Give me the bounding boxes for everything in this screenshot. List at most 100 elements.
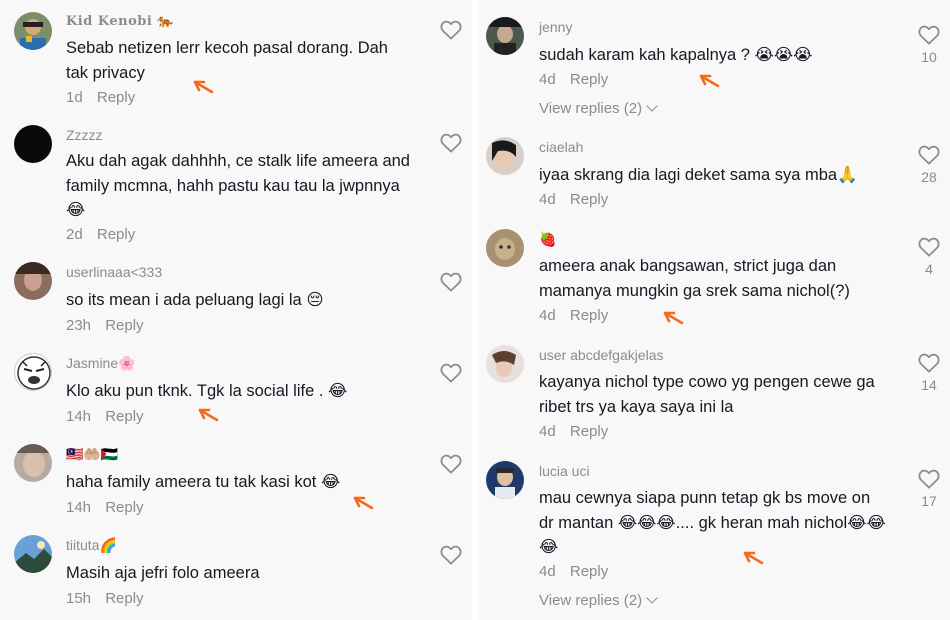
comment-time: 4d: [539, 71, 556, 88]
reply-button[interactable]: Reply: [97, 89, 135, 106]
comment-time: 23h: [66, 317, 92, 334]
reply-button[interactable]: Reply: [97, 226, 135, 243]
comment-item: 🍓 ameera anak bangsawan, strict juga dan…: [478, 229, 950, 329]
avatar[interactable]: [486, 229, 524, 267]
like-button[interactable]: [436, 363, 466, 383]
avatar[interactable]: [14, 125, 52, 163]
avatar[interactable]: [14, 444, 52, 482]
comment-text: kayanya nichol type cowo yg pengen cewe …: [539, 373, 875, 416]
comment-text: ameera anak bangsawan, strict juga dan m…: [539, 257, 850, 300]
comment-meta: 14h Reply: [66, 499, 144, 516]
like-button[interactable]: [436, 454, 466, 474]
comment-meta: 4d Reply: [539, 563, 608, 580]
orange-arrow-icon: [193, 80, 214, 94]
comment-item: Kid Kenobi 🐅 Sebab netizen lerr kecoh pa…: [0, 12, 472, 112]
comment-item: Jasmine🌸 Klo aku pun tknk. Tgk la social…: [0, 353, 472, 433]
comment-meta: 4d Reply: [539, 423, 608, 440]
view-replies-button[interactable]: View replies (2): [539, 592, 658, 609]
heart-outline-icon: [440, 20, 462, 40]
comment-text: Aku dah agak dahhhh, ce stalk life ameer…: [66, 152, 410, 219]
reply-button[interactable]: Reply: [570, 563, 608, 580]
like-button[interactable]: 17: [914, 469, 944, 509]
avatar[interactable]: [14, 535, 52, 573]
reply-button[interactable]: Reply: [105, 590, 143, 607]
comment-text: so its mean i ada peluang lagi la 😔: [66, 291, 324, 309]
heart-outline-icon: [918, 353, 940, 373]
comment-username[interactable]: 🍓: [539, 231, 556, 248]
reply-button[interactable]: Reply: [105, 408, 143, 425]
comment-time: 4d: [539, 563, 556, 580]
view-replies-label: View replies (2): [539, 100, 643, 117]
like-button[interactable]: [436, 272, 466, 292]
comment-item: Zzzzz Aku dah agak dahhhh, ce stalk life…: [0, 125, 472, 245]
comments-column-right: jenny sudah karam kah kapalnya ? 😭😭😭 4d …: [478, 0, 950, 620]
view-replies-button[interactable]: View replies (2): [539, 100, 658, 117]
comment-time: 14h: [66, 408, 92, 425]
avatar[interactable]: [14, 353, 52, 391]
comment-text: mau cewnya siapa punn tetap gk bs move o…: [539, 489, 886, 556]
avatar[interactable]: [14, 12, 52, 50]
comment-meta: 1d Reply: [66, 89, 135, 106]
reply-button[interactable]: Reply: [570, 423, 608, 440]
like-button[interactable]: [436, 20, 466, 40]
orange-arrow-icon: [353, 496, 374, 510]
avatar[interactable]: [486, 17, 524, 55]
like-button[interactable]: 10: [914, 25, 944, 65]
comment-time: 14h: [66, 499, 92, 516]
like-button[interactable]: [436, 133, 466, 153]
comment-text: haha family ameera tu tak kasi kot 😂: [66, 473, 341, 491]
reply-button[interactable]: Reply: [570, 307, 608, 324]
like-count: 17: [921, 493, 937, 509]
reply-button[interactable]: Reply: [105, 317, 143, 334]
comment-text: Sebab netizen lerr kecoh pasal dorang. D…: [66, 39, 388, 82]
comment-meta: 4d Reply: [539, 191, 608, 208]
heart-outline-icon: [440, 545, 462, 565]
heart-outline-icon: [918, 25, 940, 45]
heart-outline-icon: [918, 145, 940, 165]
comment-item: jenny sudah karam kah kapalnya ? 😭😭😭 4d …: [478, 17, 950, 122]
comment-time: 2d: [66, 226, 83, 243]
comment-username[interactable]: Kid Kenobi 🐅: [66, 14, 174, 29]
like-button[interactable]: 14: [914, 353, 944, 393]
comment-username[interactable]: userlinaaa<333: [66, 264, 162, 280]
heart-outline-icon: [918, 237, 940, 257]
comment-username[interactable]: Jasmine🌸: [66, 355, 136, 372]
comment-username[interactable]: tiituta🌈: [66, 537, 117, 554]
comment-username[interactable]: Zzzzz: [66, 127, 103, 143]
heart-outline-icon: [440, 454, 462, 474]
reply-button[interactable]: Reply: [570, 71, 608, 88]
like-count: 14: [921, 377, 937, 393]
view-replies-label: View replies (2): [539, 592, 643, 609]
orange-arrow-icon: [198, 408, 219, 422]
like-button[interactable]: 28: [914, 145, 944, 185]
like-button[interactable]: [436, 545, 466, 565]
reply-button[interactable]: Reply: [570, 191, 608, 208]
comment-meta: 23h Reply: [66, 317, 144, 334]
chevron-down-icon: [646, 100, 658, 112]
comment-username[interactable]: ciaelah: [539, 139, 583, 155]
orange-arrow-icon: [699, 74, 720, 88]
reply-button[interactable]: Reply: [105, 499, 143, 516]
comment-username[interactable]: 🇲🇾🤲🏼🇵🇸: [66, 446, 118, 463]
comment-username[interactable]: jenny: [539, 19, 572, 35]
orange-arrow-icon: [663, 311, 684, 325]
comment-username[interactable]: user abcdefgakjelas: [539, 347, 664, 363]
comment-username[interactable]: lucia uci: [539, 463, 590, 479]
comment-text: Masih aja jefri folo ameera: [66, 564, 260, 582]
comment-text: sudah karam kah kapalnya ? 😭😭😭: [539, 46, 813, 64]
avatar[interactable]: [486, 461, 524, 499]
comment-text: Klo aku pun tknk. Tgk la social life . 😂: [66, 382, 348, 400]
comment-time: 4d: [539, 423, 556, 440]
avatar[interactable]: [486, 137, 524, 175]
comment-time: 1d: [66, 89, 83, 106]
avatar[interactable]: [14, 262, 52, 300]
comment-meta: 2d Reply: [66, 226, 135, 243]
comment-meta: 4d Reply: [539, 71, 608, 88]
comment-time: 4d: [539, 307, 556, 324]
avatar[interactable]: [486, 345, 524, 383]
comments-column-left: Kid Kenobi 🐅 Sebab netizen lerr kecoh pa…: [0, 0, 472, 620]
heart-outline-icon: [918, 469, 940, 489]
like-count: 28: [921, 169, 937, 185]
like-button[interactable]: 4: [914, 237, 944, 277]
like-count: 4: [925, 261, 933, 277]
